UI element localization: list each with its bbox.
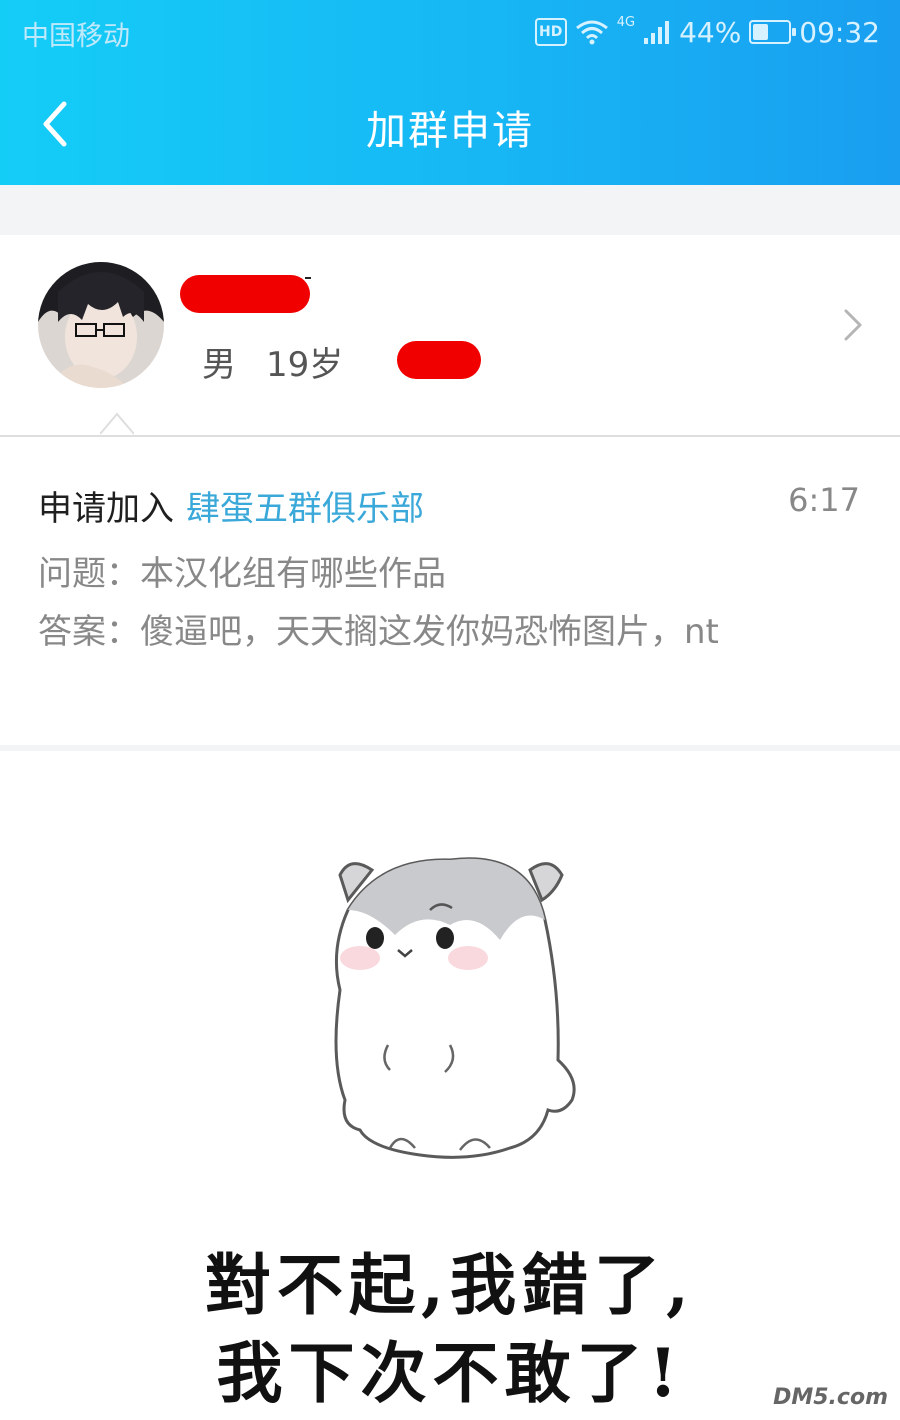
chevron-right-icon[interactable] <box>840 305 864 345</box>
watermark-logo: DM5.com <box>773 1385 888 1410</box>
section-divider <box>0 745 900 751</box>
user-info: 男 19岁 <box>202 337 343 386</box>
applicant-card[interactable]: 男 19岁 <box>0 235 900 437</box>
request-answer: 答案：傻逼吧，天天搁这发你妈恐怖图片，nt <box>38 612 719 652</box>
gender-label: 男 <box>202 345 236 385</box>
hamster-sticker <box>334 857 576 1159</box>
request-time: 6:17 <box>788 481 860 519</box>
sticker-caption-line-1: 對不起,我錯了, <box>205 1246 695 1324</box>
network-label: 4G <box>616 14 636 30</box>
request-details: 申请加入 肆蛋五群俱乐部 6:17 问题：本汉化组有哪些作品 答案：傻逼吧，天天搁… <box>0 437 900 745</box>
name-redaction-edge <box>305 277 311 279</box>
request-line: 申请加入 肆蛋五群俱乐部 <box>38 481 424 530</box>
battery-fill <box>753 24 769 40</box>
avatar[interactable] <box>38 262 164 388</box>
battery-tip <box>792 28 797 36</box>
request-question: 问题：本汉化组有哪些作品 <box>38 554 446 594</box>
section-spacer <box>0 185 900 235</box>
clock: 09:32 <box>799 15 880 49</box>
sticker-caption-line-2: 我下次不敢了! <box>216 1334 684 1412</box>
request-label: 申请加入 <box>38 489 174 529</box>
app-header: 中国移动 HD 4G 44% 09:32 加群申请 <box>0 0 900 185</box>
tag-redaction <box>397 341 481 379</box>
name-redaction <box>180 275 310 313</box>
battery-percent: 44% <box>679 15 742 49</box>
wifi-icon <box>575 20 608 45</box>
hd-icon: HD <box>534 18 567 46</box>
bubble-pointer <box>100 412 134 435</box>
age-label: 19岁 <box>266 345 344 385</box>
status-icons: HD 4G 44% 09:32 <box>534 12 880 52</box>
page-title: 加群申请 <box>366 108 534 154</box>
carrier-label: 中国移动 <box>22 21 130 52</box>
signal-icon <box>644 21 670 44</box>
battery-icon <box>749 20 797 44</box>
group-name-link[interactable]: 肆蛋五群俱乐部 <box>186 489 424 529</box>
status-bar: 中国移动 HD 4G 44% 09:32 <box>0 0 900 62</box>
